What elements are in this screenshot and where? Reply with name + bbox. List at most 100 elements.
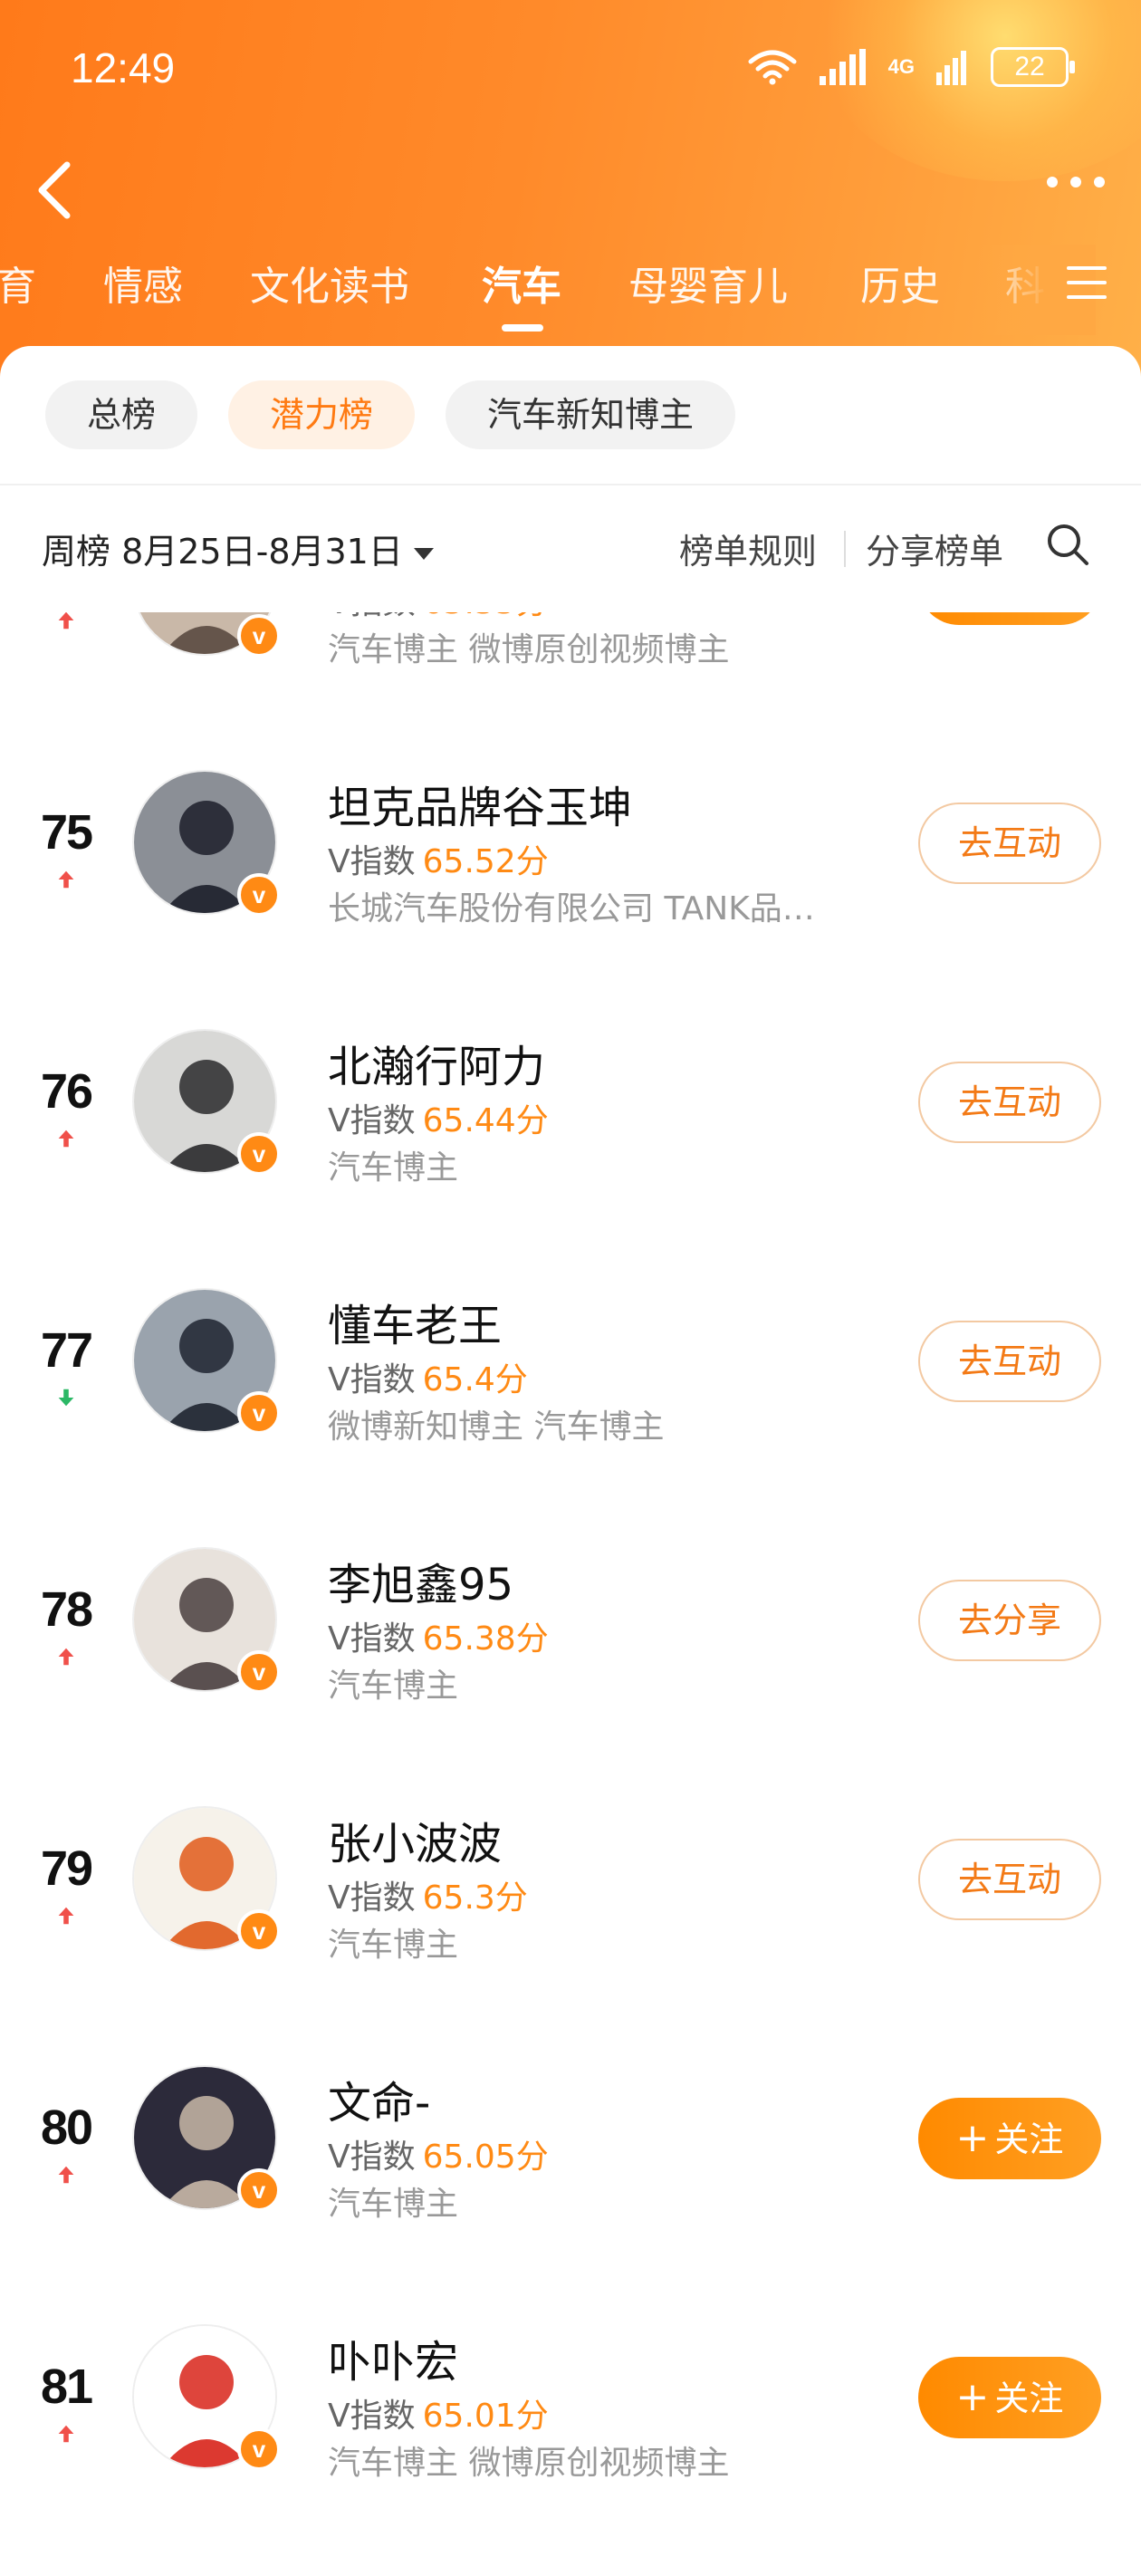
- follow-button[interactable]: +关注: [918, 2098, 1101, 2179]
- tab-category-cars[interactable]: 汽车: [482, 254, 561, 312]
- v-index-label: V指数: [328, 1361, 416, 1399]
- v-index-label: V指数: [328, 843, 416, 880]
- interact-button[interactable]: 去互动: [918, 1321, 1101, 1402]
- trend-up-icon: [58, 870, 74, 889]
- trend-up-icon: [58, 1648, 74, 1666]
- interact-button[interactable]: 去互动: [918, 1062, 1101, 1143]
- action-label: 去互动: [957, 1341, 1061, 1381]
- v-index-label: V指数: [328, 1879, 416, 1917]
- v-index-label: V指数: [328, 2398, 416, 2435]
- interact-button[interactable]: 去互动: [918, 803, 1101, 884]
- share-link[interactable]: 分享榜单: [866, 524, 1003, 573]
- user-name[interactable]: 文命-: [328, 2067, 430, 2130]
- action-label: 去分享: [957, 1600, 1061, 1640]
- board-tabs: 总榜 潜力榜 汽车新知博主: [45, 380, 736, 449]
- week-selector[interactable]: 周榜 8月25日-8月31日: [42, 524, 434, 573]
- filter-bar: 周榜 8月25日-8月31日 榜单规则 分享榜单: [0, 485, 1141, 612]
- board-tab-new[interactable]: 汽车新知博主: [446, 380, 736, 449]
- verified-badge-icon: v: [237, 1909, 281, 1953]
- content-sheet: 总榜 潜力榜 汽车新知博主 周榜 8月25日-8月31日 榜单规则 分享榜单 7…: [0, 346, 1141, 2576]
- tab-category-2[interactable]: 文化读书: [250, 254, 409, 312]
- user-tags: 微博新知博主 汽车博主: [328, 1408, 665, 1446]
- v-index: V指数 65.44分: [328, 1094, 549, 1141]
- action-label: 关注: [994, 2119, 1064, 2159]
- user-name[interactable]: 张小波波: [328, 1808, 502, 1871]
- rank-number: 77: [40, 1323, 93, 1378]
- rules-link[interactable]: 榜单规则: [679, 524, 817, 573]
- user-name[interactable]: 懂车老王: [328, 1290, 502, 1353]
- v-index-label: V指数: [328, 612, 416, 621]
- user-name[interactable]: 卟卟宏: [328, 2326, 458, 2389]
- filter-divider: [844, 531, 846, 567]
- rank-row[interactable]: 79 v 张小波波 V指数 65.3分 汽车博主 去互动: [0, 1761, 1141, 2020]
- v-index-score: 65.44分: [422, 1102, 549, 1139]
- rank-row[interactable]: 74 v V指数65.55分 汽车博主 微博原创视频博主 +关注: [0, 612, 1141, 725]
- v-index-score: 65.01分: [422, 2398, 549, 2435]
- chevron-left-icon: [38, 161, 71, 219]
- v-index: V指数 65.38分: [328, 1612, 549, 1659]
- back-button[interactable]: [27, 154, 82, 226]
- trend-up-icon: [58, 612, 74, 630]
- trend-down-icon: [58, 1389, 74, 1407]
- v-index-label: V指数: [328, 2139, 416, 2176]
- v-index-label: V指数: [328, 1620, 416, 1658]
- more-dots-icon: [1047, 177, 1058, 187]
- trend-up-icon: [58, 2425, 74, 2443]
- v-index: V指数 65.05分: [328, 2130, 549, 2177]
- week-label: 周榜 8月25日-8月31日: [42, 532, 403, 572]
- rank-number: 79: [40, 1841, 93, 1896]
- follow-button[interactable]: +关注: [918, 612, 1101, 625]
- category-tabs: 育 情感 文化读书 汽车 母婴育儿 历史 科: [0, 245, 1141, 335]
- v-index-score: 65.52分: [422, 843, 549, 880]
- user-tags: 汽车博主: [328, 2186, 459, 2223]
- user-name[interactable]: 北瀚行阿力: [328, 1031, 545, 1094]
- status-time: 12:49: [71, 44, 176, 91]
- rank-row[interactable]: 77 v 懂车老王 V指数 65.4分 微博新知博主 汽车博主 去互动: [0, 1243, 1141, 1502]
- rank-number: 78: [40, 1582, 93, 1637]
- v-index: V指数 65.52分: [328, 835, 549, 882]
- plus-icon: +: [955, 2115, 990, 2161]
- interact-button[interactable]: 去互动: [918, 1839, 1101, 1920]
- user-tags: 长城汽车股份有限公司 TANK品…: [328, 890, 815, 928]
- tab-category-0[interactable]: 育: [0, 254, 36, 312]
- trend-up-icon: [58, 1907, 74, 1925]
- caret-down-icon: [413, 548, 434, 560]
- v-index-score: 65.3分: [422, 1879, 528, 1917]
- v-index: V指数 65.01分: [328, 2389, 549, 2437]
- rank-row[interactable]: 80 v 文命- V指数 65.05分 汽车博主 + 关注: [0, 2020, 1141, 2279]
- tab-menu-button[interactable]: [1067, 266, 1107, 299]
- board-tab-potential[interactable]: 潜力榜: [228, 380, 416, 449]
- status-icons: 4G 22: [747, 47, 1075, 87]
- rank-row[interactable]: 76 v 北瀚行阿力 V指数 65.44分 汽车博主 去互动: [0, 984, 1141, 1243]
- rank-row[interactable]: 75 v 坦克品牌谷玉坤 V指数 65.52分 长城汽车股份有限公司 TANK品……: [0, 725, 1141, 984]
- verified-badge-icon: v: [237, 1650, 281, 1694]
- user-tags: 汽车博主 微博原创视频博主: [328, 2445, 730, 2482]
- user-tags: 汽车博主: [328, 1149, 459, 1187]
- verified-badge-icon: v: [237, 1132, 281, 1176]
- plus-icon: +: [955, 2374, 990, 2420]
- tab-category-5[interactable]: 历史: [860, 254, 940, 312]
- user-name[interactable]: 坦克品牌谷玉坤: [328, 772, 632, 835]
- tab-category-4[interactable]: 母婴育儿: [628, 254, 788, 312]
- tab-category-1[interactable]: 情感: [103, 254, 183, 312]
- network-type: 4G: [887, 55, 915, 78]
- user-tags: 汽车博主: [328, 1668, 459, 1705]
- signal-icon-2: [936, 51, 966, 85]
- v-index-score: 65.4分: [422, 1361, 528, 1399]
- trend-up-icon: [58, 2166, 74, 2184]
- rank-row[interactable]: 81 v 卟卟宏 V指数 65.01分 汽车博主 微博原创视频博主 + 关注: [0, 2279, 1141, 2538]
- user-name[interactable]: 李旭鑫95: [328, 1549, 513, 1612]
- board-tab-total[interactable]: 总榜: [45, 380, 198, 449]
- battery-indicator: 22: [991, 47, 1075, 87]
- rank-number: 75: [40, 805, 93, 860]
- rank-row[interactable]: 78 v 李旭鑫95 V指数 65.38分 汽车博主 去分享: [0, 1502, 1141, 1761]
- more-button[interactable]: [1047, 177, 1105, 187]
- follow-button[interactable]: +关注: [918, 2357, 1101, 2438]
- status-bar: 12:49 4G 22: [0, 0, 1141, 136]
- interact-button[interactable]: 去分享: [918, 1580, 1101, 1661]
- search-button[interactable]: [1045, 522, 1090, 567]
- action-label: 去互动: [957, 1082, 1061, 1122]
- v-index-score: 65.55分: [423, 612, 549, 621]
- rank-number: 81: [40, 2360, 93, 2414]
- signal-icon: [819, 49, 866, 85]
